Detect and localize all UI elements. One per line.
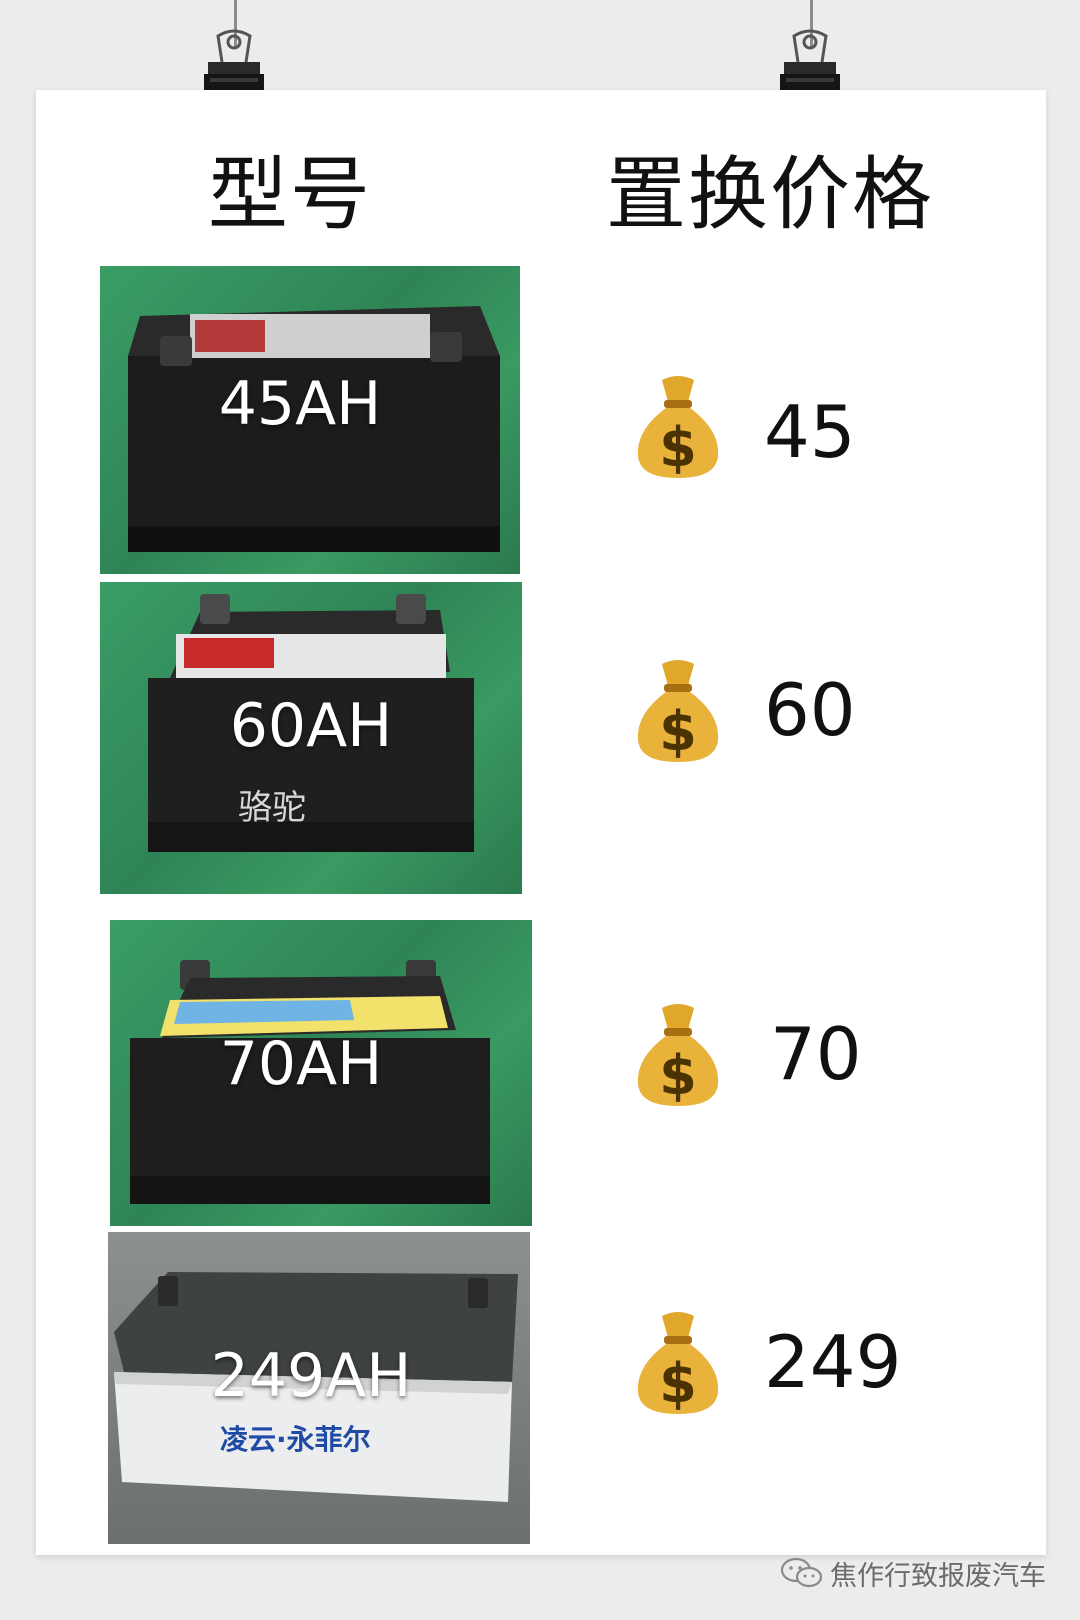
battery-photo-70ah: 70AH: [110, 920, 532, 1226]
price-column-heading: 置换价格: [606, 148, 934, 241]
wechat-icon: [780, 1557, 823, 1588]
trade-in-price: 45: [764, 390, 856, 474]
battery-model-label: 60AH: [229, 691, 393, 761]
money-bag-icon: $: [637, 1312, 719, 1415]
battery-photo-60ah: 60AH 骆驼: [100, 582, 522, 894]
battery-brand-text: 骆驼: [238, 788, 306, 828]
model-column-heading: 型号: [208, 148, 372, 241]
battery-model-label: 249AH: [210, 1341, 412, 1411]
svg-text:$: $: [659, 1044, 697, 1107]
trade-in-price: 60: [764, 668, 856, 752]
battery-photo-249ah: 249AH 凌云·永菲尔: [108, 1232, 530, 1544]
svg-text:$: $: [659, 1352, 697, 1415]
watermark: 焦作行致报废汽车: [780, 1555, 1046, 1592]
svg-text:$: $: [659, 700, 697, 763]
battery-brand-text: 凌云·永菲尔: [220, 1423, 371, 1456]
account-name: 焦作行致报废汽车: [830, 1560, 1046, 1592]
battery-photo-45ah: 45AH: [100, 266, 520, 574]
trade-in-price: 249: [764, 1320, 902, 1404]
svg-text:$: $: [659, 416, 697, 479]
money-bag-icon: $: [637, 376, 719, 479]
battery-model-label: 45AH: [218, 369, 382, 439]
battery-model-label: 70AH: [219, 1029, 383, 1099]
trade-in-price: 70: [770, 1012, 862, 1096]
money-bag-icon: $: [637, 1004, 719, 1107]
money-bag-icon: $: [637, 660, 719, 763]
